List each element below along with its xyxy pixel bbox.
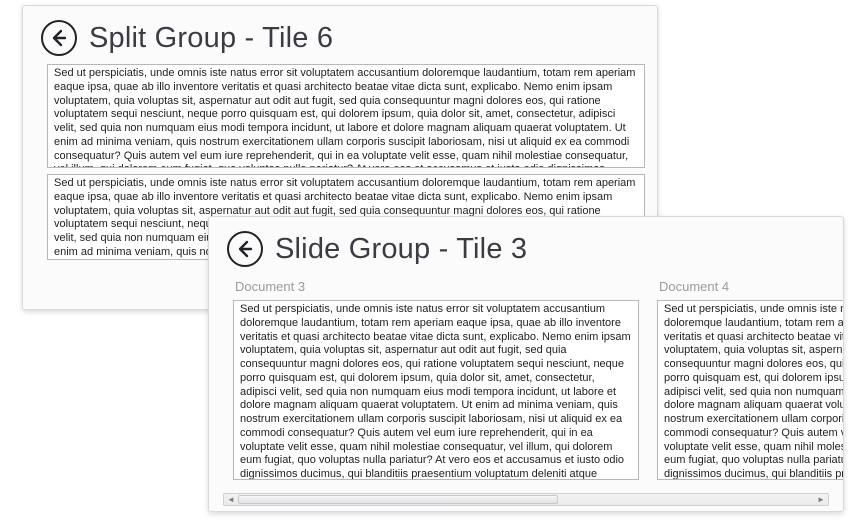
document-column: Document 4 Sed ut perspiciatis, unde omn…: [657, 279, 844, 491]
document-textbox[interactable]: Sed ut perspiciatis, unde omnis iste nat…: [233, 300, 639, 480]
window-title: Split Group - Tile 6: [89, 22, 333, 55]
scroll-right-icon[interactable]: ►: [814, 494, 828, 505]
window-title: Slide Group - Tile 3: [275, 233, 527, 266]
scroll-left-icon[interactable]: ◄: [224, 494, 238, 505]
document-label: Document 3: [235, 279, 639, 294]
window-header: Slide Group - Tile 3: [209, 217, 843, 277]
scroll-thumb[interactable]: [238, 495, 558, 504]
document-textbox[interactable]: Sed ut perspiciatis, unde omnis iste nat…: [657, 300, 844, 480]
back-button[interactable]: [227, 231, 263, 267]
horizontal-scrollbar[interactable]: ◄ ►: [223, 493, 829, 506]
documents-row: Document 3 Sed ut perspiciatis, unde omn…: [233, 279, 844, 491]
arrow-left-icon: [235, 239, 255, 259]
back-button[interactable]: [41, 20, 77, 56]
window-header: Split Group - Tile 6: [23, 6, 657, 66]
scroll-track[interactable]: [238, 494, 814, 505]
document-label: Document 4: [659, 279, 844, 294]
text-pane-top[interactable]: Sed ut perspiciatis, unde omnis iste nat…: [47, 64, 645, 168]
document-column: Document 3 Sed ut perspiciatis, unde omn…: [233, 279, 639, 491]
arrow-left-icon: [49, 28, 69, 48]
slide-group-window: Slide Group - Tile 3 Document 3 Sed ut p…: [208, 216, 844, 512]
